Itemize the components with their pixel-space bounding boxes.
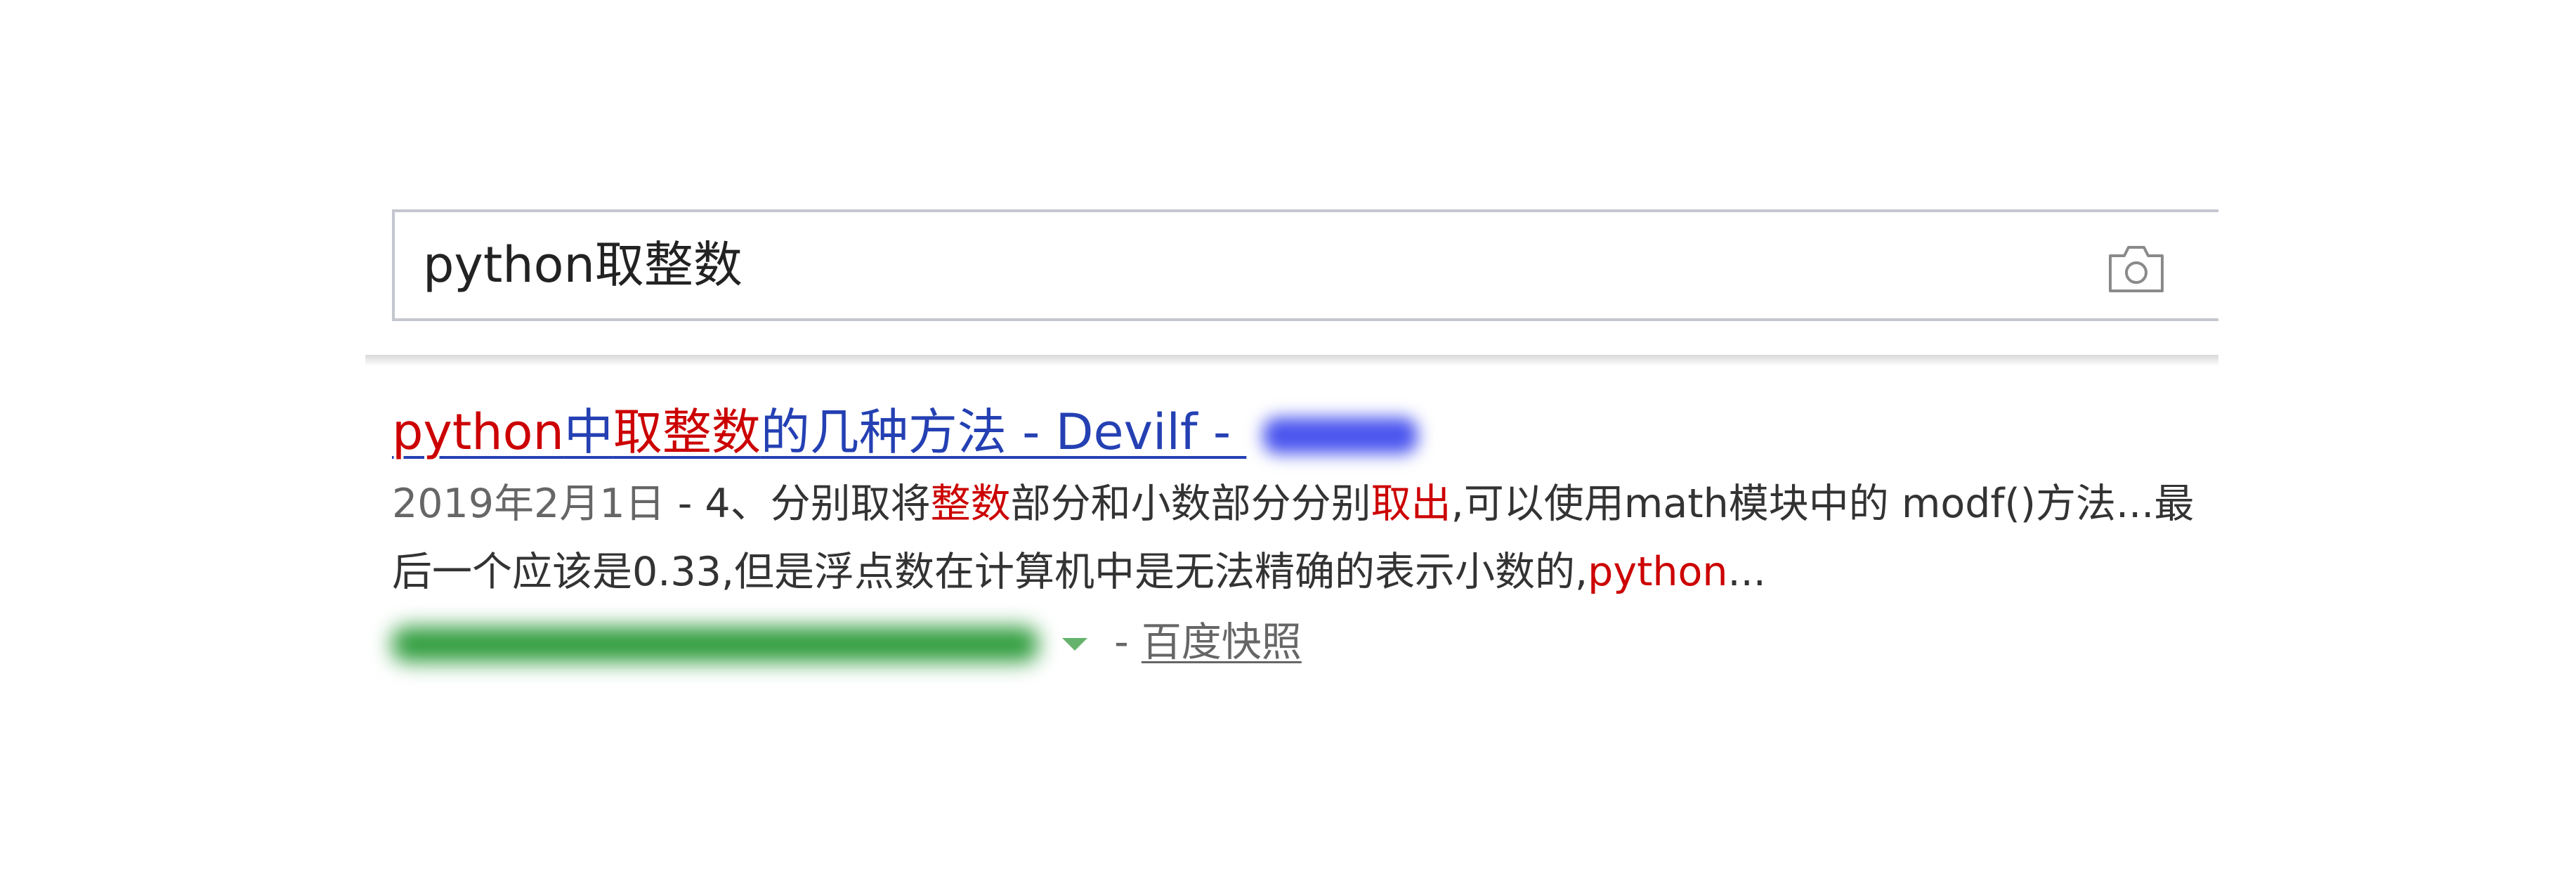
abstract-text: ...	[1727, 549, 1766, 595]
abstract-highlight: python	[1588, 549, 1728, 595]
abstract-text: 部分和小数部分分别	[1010, 481, 1371, 527]
result-title-text: 的几种方法 - Devilf -	[760, 403, 1247, 461]
result-date: 2019年2月1日	[392, 481, 665, 527]
result-abstract: 2019年2月1日 - 4、分别取将整数部分和小数部分分别取出,可以使用math…	[392, 470, 2218, 606]
abstract-text: - 4、分别取将	[665, 481, 931, 527]
abstract-highlight: 取出	[1371, 481, 1451, 527]
search-input[interactable]	[423, 212, 2095, 318]
result-title-text: 中	[563, 403, 613, 461]
blurred-author-name	[1263, 417, 1418, 454]
snapshot-link[interactable]: 百度快照	[1142, 619, 1302, 665]
camera-icon[interactable]	[2106, 243, 2166, 295]
abstract-highlight: 整数	[930, 481, 1011, 527]
result-title-highlight: python	[392, 403, 564, 461]
dropdown-arrow-icon[interactable]	[1062, 638, 1087, 651]
result-url-line: - 百度快照	[392, 606, 2218, 678]
result-title-link[interactable]: python中取整数的几种方法 - Devilf -	[392, 396, 2218, 469]
search-divider	[365, 355, 2218, 366]
url-separator: -	[1101, 619, 1142, 665]
search-area	[0, 0, 2576, 366]
search-box	[392, 209, 2218, 321]
search-result: python中取整数的几种方法 - Devilf - 2019年2月1日 - 4…	[392, 396, 2218, 678]
blurred-url[interactable]	[392, 627, 1038, 663]
result-title-highlight: 取整数	[613, 403, 761, 461]
